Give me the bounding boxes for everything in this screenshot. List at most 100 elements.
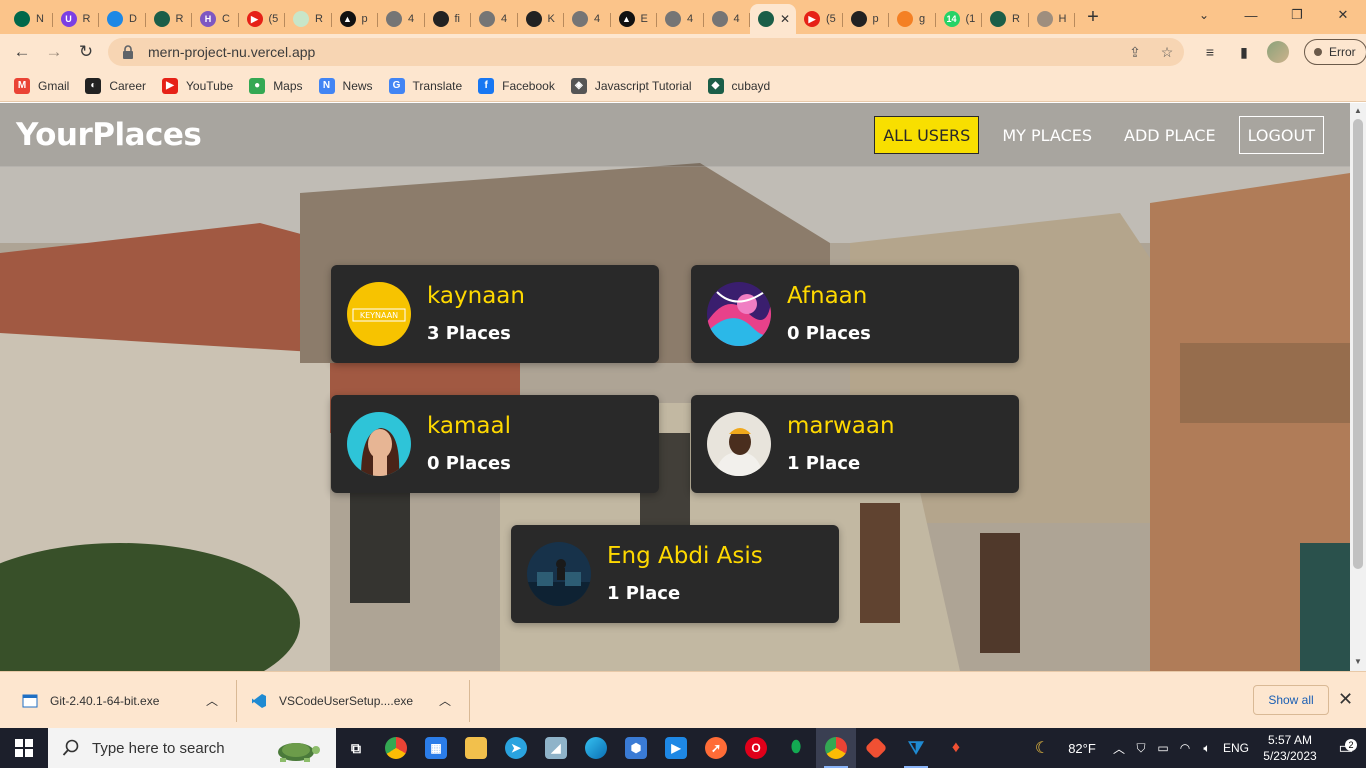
start-button[interactable]	[0, 728, 48, 768]
nav-link-my-places[interactable]: MY PLACES	[993, 116, 1101, 154]
sync-error-button[interactable]: Error	[1304, 39, 1366, 65]
new-tab-button[interactable]: +	[1079, 3, 1107, 31]
browser-tab[interactable]: ▲ E	[611, 4, 658, 34]
edge-icon[interactable]	[576, 728, 616, 768]
telegram-icon[interactable]: ➤	[496, 728, 536, 768]
postman-icon[interactable]: ➚	[696, 728, 736, 768]
browser-tab[interactable]: D	[99, 4, 146, 34]
browser-tab[interactable]: 14 (1	[936, 4, 983, 34]
browser-tab[interactable]: g	[889, 4, 936, 34]
vscode-taskbar-icon[interactable]: ⧩	[896, 728, 936, 768]
back-button[interactable]: ←	[6, 36, 38, 68]
browser-tab[interactable]: R	[146, 4, 193, 34]
bookmark-item[interactable]: ◈ Javascript Tutorial	[570, 77, 692, 94]
close-downloads-icon[interactable]: ✕	[1338, 689, 1353, 710]
show-all-button[interactable]: Show all	[1253, 685, 1329, 715]
user-place-count: 0 Places	[787, 323, 871, 344]
browser-tab[interactable]: HC	[192, 4, 239, 34]
user-card[interactable]: kamaal 0 Places	[331, 395, 659, 493]
bookmark-item[interactable]: N News	[318, 77, 373, 94]
browser-tab[interactable]: R	[285, 4, 332, 34]
git-bash-icon[interactable]: ♦	[936, 728, 976, 768]
browser-tab[interactable]: ▶ (5	[239, 4, 286, 34]
bookmark-item[interactable]: G Translate	[388, 77, 462, 94]
browser-tab[interactable]: 4	[657, 4, 704, 34]
tab-search-icon[interactable]: ⌄	[1192, 5, 1216, 25]
task-view-icon[interactable]: ⧉	[336, 728, 376, 768]
browser-tab[interactable]: 4	[564, 4, 611, 34]
browser-tab[interactable]: p	[843, 4, 890, 34]
defender-icon[interactable]: ⛉	[1130, 741, 1152, 756]
profile-avatar[interactable]	[1264, 38, 1292, 66]
download-item[interactable]: Git-2.40.1-64-bit.exe ︿	[0, 680, 237, 722]
address-bar[interactable]: mern-project-nu.vercel.app ⇪ ☆	[108, 38, 1184, 66]
chrome-taskbar-icon[interactable]	[376, 728, 416, 768]
bookmark-item[interactable]: M Gmail	[14, 77, 69, 94]
wifi-icon[interactable]: ◠	[1174, 741, 1196, 755]
bookmark-item[interactable]: ● Maps	[249, 77, 303, 94]
chevron-up-icon[interactable]: ︿	[439, 692, 451, 709]
notification-button[interactable]: ▭ 2	[1326, 738, 1366, 758]
user-card[interactable]: Eng Abdi Asis 1 Place	[511, 525, 839, 623]
scroll-thumb[interactable]	[1353, 119, 1363, 569]
opera-icon[interactable]: O	[736, 728, 776, 768]
bookmark-item[interactable]: ◆ cubayd	[707, 77, 770, 94]
3d-viewer-icon[interactable]: ⬢	[616, 728, 656, 768]
bookmark-item[interactable]: ◐ Career	[85, 77, 146, 94]
side-panel-icon[interactable]: ▮	[1230, 38, 1258, 66]
page-scrollbar[interactable]: ▲ ▼	[1350, 103, 1366, 671]
browser-tab[interactable]: ▶ (5	[796, 4, 843, 34]
browser-tab[interactable]: ✕	[750, 4, 796, 34]
taskbar-search[interactable]: Type here to search	[48, 728, 336, 768]
media-queue-icon[interactable]: ≡	[1196, 38, 1224, 66]
file-explorer-icon[interactable]	[456, 728, 496, 768]
chrome-active-icon[interactable]	[816, 728, 856, 768]
bookmark-item[interactable]: f Facebook	[478, 77, 555, 94]
volume-icon[interactable]: 🔈︎	[1196, 741, 1218, 756]
language-indicator[interactable]: ENG	[1218, 741, 1254, 755]
chevron-up-icon[interactable]: ︿	[1108, 740, 1130, 757]
weather-temp[interactable]: 82°F	[1056, 741, 1108, 756]
tab-title: 4	[733, 13, 740, 25]
bookmark-item[interactable]: ▶ YouTube	[162, 77, 234, 94]
battery-icon[interactable]: ▭	[1152, 741, 1174, 755]
chevron-up-icon[interactable]: ︿	[206, 692, 218, 709]
minimize-button[interactable]: —	[1228, 0, 1274, 30]
user-card[interactable]: KEYNAAN kaynaan 3 Places	[331, 265, 659, 363]
mongodb-icon[interactable]: ⬮	[776, 728, 816, 768]
browser-tab[interactable]: N	[6, 4, 53, 34]
nav-link-all-users[interactable]: ALL USERS	[874, 116, 980, 154]
browser-tab[interactable]: K	[518, 4, 565, 34]
nav-link-add-place[interactable]: ADD PLACE	[1115, 116, 1225, 154]
media-player-icon[interactable]: ▶	[656, 728, 696, 768]
browser-tab[interactable]: fi	[425, 4, 472, 34]
download-item[interactable]: VSCodeUserSetup....exe ︿	[237, 680, 470, 722]
browser-tab[interactable]: 4	[704, 4, 751, 34]
store-icon[interactable]: ▦	[416, 728, 456, 768]
browser-tab[interactable]: 4	[471, 4, 518, 34]
browser-tab[interactable]: R	[982, 4, 1029, 34]
scroll-up-icon[interactable]: ▲	[1354, 106, 1362, 115]
share-icon[interactable]: ⇪	[1124, 42, 1146, 62]
user-card[interactable]: Afnaan 0 Places	[691, 265, 1019, 363]
bookmark-star-icon[interactable]: ☆	[1156, 42, 1178, 62]
site-logo[interactable]: YourPlaces	[16, 117, 202, 153]
browser-tab[interactable]: UR	[53, 4, 100, 34]
scroll-down-icon[interactable]: ▼	[1354, 657, 1362, 666]
close-tab-icon[interactable]: ✕	[780, 12, 790, 26]
nav-link-logout[interactable]: LOGOUT	[1238, 116, 1324, 154]
restore-button[interactable]: ❐	[1274, 0, 1320, 30]
browser-tab[interactable]: ▲ p	[332, 4, 379, 34]
user-card[interactable]: marwaan 1 Place	[691, 395, 1019, 493]
forward-button[interactable]: →	[38, 36, 70, 68]
browser-tab[interactable]: H	[1029, 4, 1076, 34]
clock[interactable]: 5:57 AM 5/23/2023	[1254, 732, 1326, 764]
browser-tab[interactable]: 4	[378, 4, 425, 34]
app-icon[interactable]: ◢	[536, 728, 576, 768]
reload-button[interactable]: ↻	[70, 36, 102, 68]
bookmark-icon: ▶	[162, 77, 179, 94]
git-icon[interactable]	[856, 728, 896, 768]
close-window-button[interactable]: ✕	[1320, 0, 1366, 30]
bookmark-label: YouTube	[186, 78, 234, 93]
weather-icon[interactable]: ☾	[1028, 738, 1056, 758]
